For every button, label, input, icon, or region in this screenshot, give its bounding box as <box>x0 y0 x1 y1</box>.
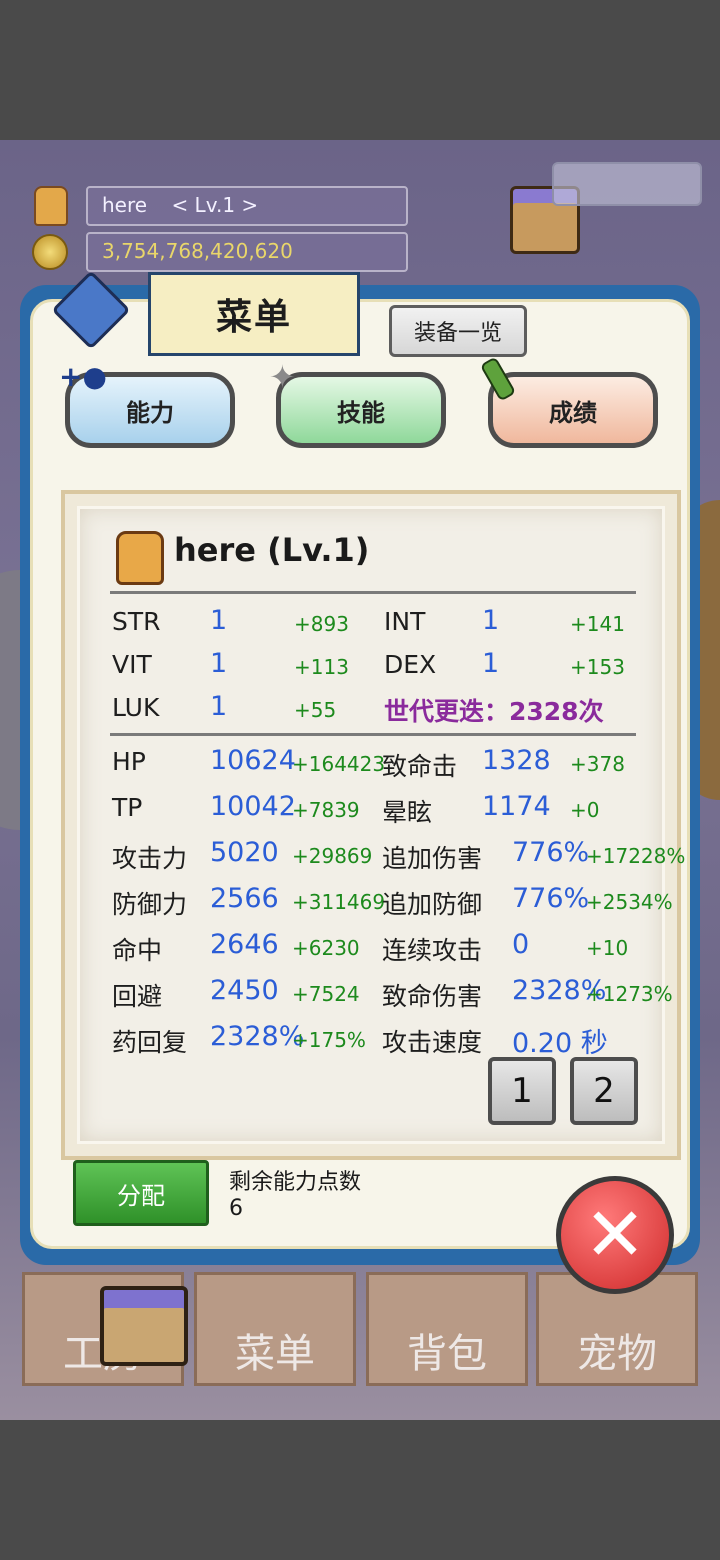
stat-bonus: +893 <box>294 612 349 636</box>
stats-sheet: here (Lv.1) STR 1 +893 INT 1 +141 VIT 1 … <box>77 506 685 1144</box>
stat-value: 1 <box>210 605 228 636</box>
combat-stat-label: 攻击力 <box>112 844 188 873</box>
gold-coin-icon <box>32 234 68 270</box>
combat-stat-bonus: +378 <box>570 752 625 776</box>
combat-stat-label: 回避 <box>112 982 163 1011</box>
allocate-button-label: 分配 <box>117 1181 165 1210</box>
stat-value: 1 <box>210 691 228 722</box>
stat-bonus: +141 <box>570 612 625 636</box>
nav-menu-label: 菜单 <box>235 1331 315 1377</box>
stat-label: STR <box>112 607 161 636</box>
combat-stat-value: 1328 <box>482 745 551 776</box>
menu-panel-body: 菜单 装备一览 能力 +● 技能 ✦ 成绩 here (Lv.1) STR 1 … <box>30 270 690 1249</box>
combat-stat-bonus: +2534% <box>586 890 673 914</box>
combat-stat-bonus: +7839 <box>292 798 360 822</box>
combat-stat-label: 晕眩 <box>382 798 433 827</box>
combat-stat-value: 2450 <box>210 975 279 1006</box>
reward-plus-icon[interactable] <box>552 162 702 206</box>
menu-panel: 菜单 装备一览 能力 +● 技能 ✦ 成绩 here (Lv.1) STR 1 … <box>20 270 700 1265</box>
combat-stat-label: 致命击 <box>382 752 458 781</box>
generation-count: 世代更迭：2328次 <box>384 697 604 726</box>
stat-value: 1 <box>210 648 228 679</box>
combat-stat-value: 5020 <box>210 837 279 868</box>
remaining-points-label: 剩余能力点数 <box>229 1170 362 1195</box>
nav-pet-label: 宠物 <box>577 1331 657 1377</box>
sparkle-icon: ✦ <box>269 358 296 396</box>
combat-stat-bonus: +1273% <box>586 982 673 1006</box>
nav-bag-label: 背包 <box>407 1331 487 1377</box>
player-level: < Lv.1 > <box>171 193 259 217</box>
combat-stat-label: 攻击速度 <box>382 1028 483 1057</box>
stat-label: VIT <box>112 650 152 679</box>
combat-stat-bonus: +17228% <box>586 844 686 868</box>
combat-stat-label: 连续攻击 <box>382 936 483 965</box>
player-avatar-icon <box>34 186 68 226</box>
combat-stat-bonus: +6230 <box>292 936 360 960</box>
skill-tab-label: 技能 <box>337 398 385 427</box>
achievement-tab-label: 成绩 <box>549 398 597 427</box>
stat-bonus: +113 <box>294 655 349 679</box>
combat-stat-label: 追加伤害 <box>382 844 483 873</box>
character-portrait-icon <box>116 531 164 585</box>
combat-stat-label: 药回复 <box>112 1028 188 1057</box>
combat-stat-label: 追加防御 <box>382 890 483 919</box>
combat-stat-value: 1174 <box>482 791 551 822</box>
stat-label: DEX <box>384 650 437 679</box>
combat-stat-value: 776% <box>512 837 590 868</box>
stat-bonus: +153 <box>570 655 625 679</box>
combat-stat-value: 2328% <box>210 1021 305 1052</box>
combat-stat-value: 0.20 秒 <box>512 1028 608 1059</box>
combat-stat-value: 10042 <box>210 791 296 822</box>
player-name: here <box>102 193 148 217</box>
nav-menu[interactable]: 菜单 <box>194 1272 356 1386</box>
page-1-button[interactable]: 1 <box>488 1057 556 1125</box>
combat-stat-value: 2646 <box>210 929 279 960</box>
combat-stat-label: TP <box>112 793 143 822</box>
stats-frame: here (Lv.1) STR 1 +893 INT 1 +141 VIT 1 … <box>61 490 685 1160</box>
page-2-button[interactable]: 2 <box>570 1057 638 1125</box>
character-header: here (Lv.1) <box>174 531 370 569</box>
nav-bag[interactable]: 背包 <box>366 1272 528 1386</box>
achievement-tab-button[interactable]: 成绩 <box>488 372 658 448</box>
combat-stat-bonus: +311469 <box>292 890 386 914</box>
stat-value: 1 <box>482 648 500 679</box>
combat-stat-label: 防御力 <box>112 890 188 919</box>
add-person-icon: +● <box>59 360 107 393</box>
combat-stat-label: 致命伤害 <box>382 982 483 1011</box>
menu-title-tab: 菜单 <box>148 272 360 356</box>
combat-stat-bonus: +0 <box>570 798 600 822</box>
ability-tab-label: 能力 <box>126 398 174 427</box>
player-name-box: here < Lv.1 > <box>86 186 408 226</box>
close-button[interactable]: ✕ <box>556 1176 674 1294</box>
allocate-button[interactable]: 分配 <box>73 1160 209 1226</box>
gift-box-icon[interactable] <box>100 1286 188 1366</box>
combat-stat-bonus: +7524 <box>292 982 360 1006</box>
combat-stat-bonus: +164423 <box>292 752 386 776</box>
remaining-points-value: 6 <box>229 1196 243 1221</box>
close-icon: ✕ <box>583 1192 646 1278</box>
divider <box>110 591 636 594</box>
stat-value: 1 <box>482 605 500 636</box>
divider <box>110 733 636 736</box>
nav-bar-area <box>0 1420 720 1560</box>
combat-stat-bonus: +10 <box>586 936 629 960</box>
combat-stat-label: 命中 <box>112 936 163 965</box>
combat-stat-value: 0 <box>512 929 530 960</box>
gold-box: 3,754,768,420,620 <box>86 232 408 272</box>
equipment-list-button[interactable]: 装备一览 <box>389 305 527 357</box>
combat-stat-value: 776% <box>512 883 590 914</box>
status-bar-area <box>0 0 720 140</box>
stat-label: LUK <box>112 693 160 722</box>
combat-stat-value: 2566 <box>210 883 279 914</box>
gold-amount: 3,754,768,420,620 <box>102 239 293 263</box>
stat-label: INT <box>384 607 426 636</box>
combat-stat-bonus: +29869 <box>292 844 373 868</box>
combat-stat-bonus: +175% <box>292 1028 366 1052</box>
combat-stat-value: 10624 <box>210 745 296 776</box>
stat-bonus: +55 <box>294 698 337 722</box>
combat-stat-label: HP <box>112 747 146 776</box>
